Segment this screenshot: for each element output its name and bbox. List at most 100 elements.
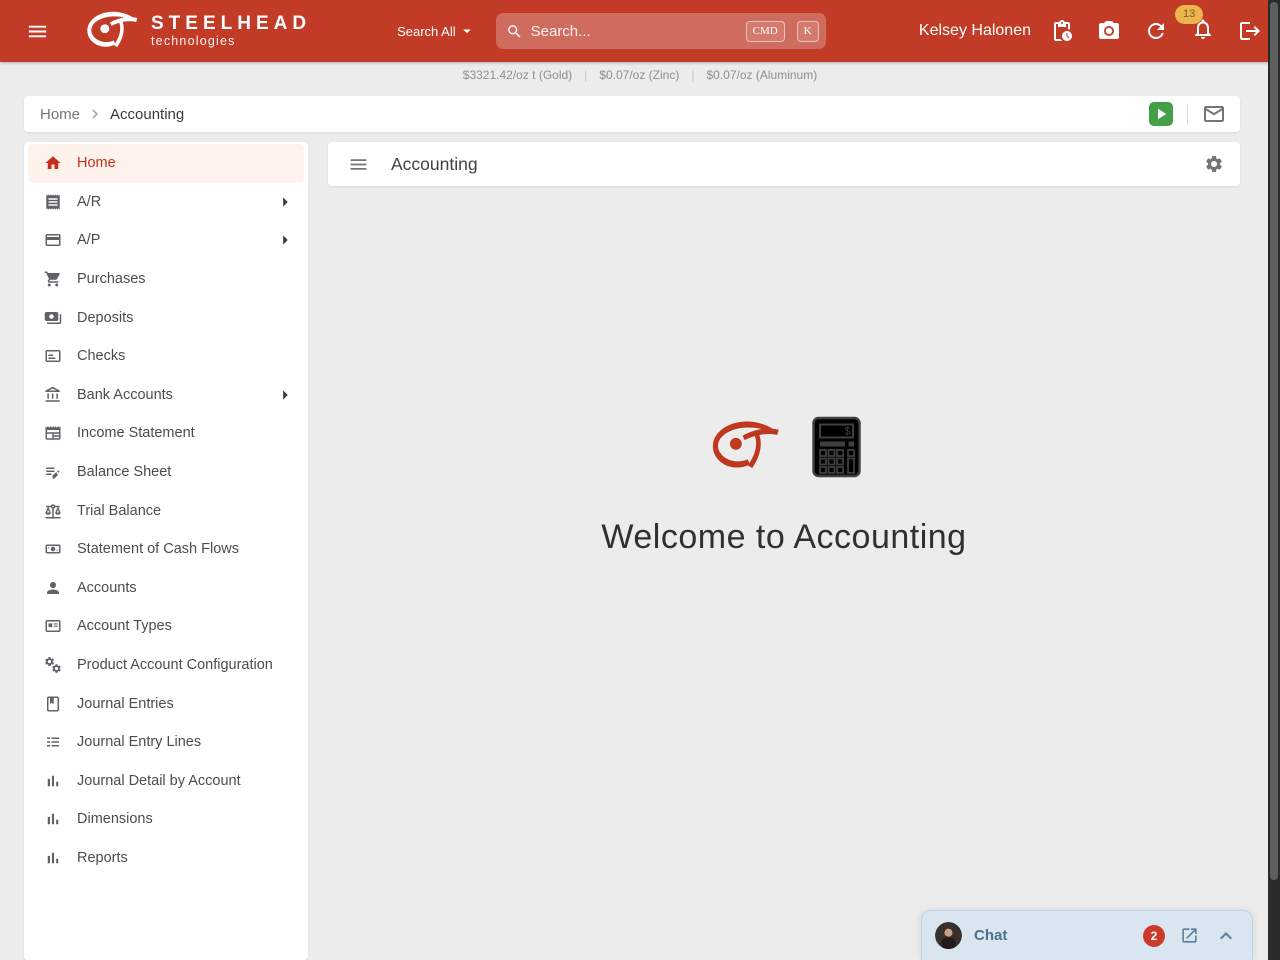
sidebar-item-label: Purchases <box>77 271 146 287</box>
steelhead-logo-icon <box>83 9 139 54</box>
sidebar-item-checks[interactable]: Checks <box>28 337 304 376</box>
welcome-section: $ Welcome to Accounting <box>328 416 1240 557</box>
refresh-icon[interactable] <box>1144 19 1168 43</box>
sidebar-item-purchases[interactable]: Purchases <box>28 260 304 299</box>
ticker-item: $0.07/oz (Zinc) <box>599 68 679 82</box>
logout-icon[interactable] <box>1238 19 1262 43</box>
scale-icon <box>44 502 62 520</box>
sidebar-item-label: Trial Balance <box>77 503 161 519</box>
sidebar-item-cash-flows[interactable]: Statement of Cash Flows <box>28 530 304 569</box>
sidebar-item-journal-entry-lines[interactable]: Journal Entry Lines <box>28 723 304 762</box>
metal-price-ticker: $3321.42/oz t (Gold)|$0.07/oz (Zinc)|$0.… <box>0 62 1280 88</box>
sidebar-item-label: Account Types <box>77 618 172 634</box>
breadcrumb-home-link[interactable]: Home <box>40 106 80 123</box>
bar-chart-icon <box>44 849 62 867</box>
sidebar-item-account-types[interactable]: Account Types <box>28 607 304 646</box>
cart-icon <box>44 270 62 288</box>
sidebar-item-journal-entries[interactable]: Journal Entries <box>28 684 304 723</box>
kbd-k: K <box>797 21 819 42</box>
receipt-icon <box>44 193 62 211</box>
check-card-icon <box>44 347 62 365</box>
avatar <box>935 922 962 949</box>
sidebar-item-label: Statement of Cash Flows <box>77 541 239 557</box>
steelhead-logo-icon <box>707 418 781 477</box>
breadcrumb-current: Accounting <box>110 106 184 123</box>
sidebar-item-label: Deposits <box>77 310 133 326</box>
note-edit-icon <box>44 463 62 481</box>
sidebar-item-ap[interactable]: A/P <box>28 221 304 260</box>
divider <box>1187 104 1188 124</box>
sidebar-item-label: A/P <box>77 232 100 248</box>
brand-logo[interactable]: STEELHEAD technologies <box>83 9 311 54</box>
sidebar-item-label: Product Account Configuration <box>77 657 273 673</box>
sidebar-item-label: Journal Entry Lines <box>77 734 201 750</box>
gears-icon <box>44 656 62 674</box>
header-actions: Kelsey Halonen 13 <box>919 17 1262 46</box>
chat-widget[interactable]: Chat 2 <box>921 910 1253 960</box>
sidebar-item-accounts[interactable]: Accounts <box>28 569 304 608</box>
book-icon <box>44 695 62 713</box>
panel-header: Accounting <box>328 142 1240 186</box>
schedule-calendar-icon[interactable] <box>1050 19 1074 43</box>
sidebar-item-label: Home <box>77 155 116 171</box>
sidebar-item-product-account-configuration[interactable]: Product Account Configuration <box>28 646 304 685</box>
sidebar-item-label: Reports <box>77 850 128 866</box>
scrollbar-track[interactable] <box>1268 0 1280 960</box>
sidebar-item-reports[interactable]: Reports <box>28 839 304 878</box>
submenu-arrow-icon <box>274 229 296 251</box>
kbd-cmd: CMD <box>746 21 785 42</box>
global-search[interactable]: CMD K <box>496 13 826 49</box>
sidebar-item-income-statement[interactable]: Income Statement <box>28 414 304 453</box>
scrollbar-thumb[interactable] <box>1270 2 1278 880</box>
breadcrumb: Home Accounting <box>24 96 1240 132</box>
sidebar-item-balance-sheet[interactable]: Balance Sheet <box>28 453 304 492</box>
page-title: Accounting <box>391 154 478 175</box>
drawer-toggle-icon[interactable] <box>348 154 369 175</box>
main-panel: Accounting $ Welcome to Accounting <box>328 142 1240 960</box>
play-button[interactable] <box>1149 102 1173 126</box>
brand-subtitle: technologies <box>151 34 311 48</box>
camera-icon[interactable] <box>1097 19 1121 43</box>
welcome-title: Welcome to Accounting <box>328 518 1240 557</box>
user-name[interactable]: Kelsey Halonen <box>919 22 1031 40</box>
menu-icon[interactable] <box>26 20 49 43</box>
sidebar-item-dimensions[interactable]: Dimensions <box>28 800 304 839</box>
calculator-icon: $ <box>811 416 862 478</box>
ticker-separator: | <box>584 68 587 82</box>
notification-badge[interactable]: 13 <box>1175 5 1203 24</box>
ticker-item: $0.07/oz (Aluminum) <box>706 68 817 82</box>
accounting-sidebar: Home A/R A/P Purchases Deposits Checks B… <box>24 142 308 960</box>
chevron-right-icon <box>86 105 104 123</box>
bar-chart-icon <box>44 772 62 790</box>
sidebar-item-trial-balance[interactable]: Trial Balance <box>28 491 304 530</box>
caret-down-icon <box>458 22 476 40</box>
search-scope-label: Search All <box>397 24 456 39</box>
sidebar-item-label: Dimensions <box>77 811 153 827</box>
gear-icon[interactable] <box>1204 154 1224 174</box>
sidebar-item-label: Bank Accounts <box>77 387 173 403</box>
svg-text:$: $ <box>844 426 850 438</box>
cash-icon <box>44 309 62 327</box>
badge-icon <box>44 617 62 635</box>
chevron-up-icon[interactable] <box>1214 924 1238 948</box>
sidebar-item-ar[interactable]: A/R <box>28 183 304 222</box>
submenu-arrow-icon <box>274 384 296 406</box>
ticker-item: $3321.42/oz t (Gold) <box>463 68 572 82</box>
search-icon <box>506 23 523 40</box>
sidebar-item-label: Checks <box>77 348 125 364</box>
sidebar-item-home[interactable]: Home <box>28 144 304 183</box>
person-icon <box>44 579 62 597</box>
mail-icon[interactable] <box>1202 102 1226 126</box>
sidebar-item-deposits[interactable]: Deposits <box>28 298 304 337</box>
list-icon <box>44 733 62 751</box>
brand-name: STEELHEAD <box>151 14 311 35</box>
sidebar-item-bank-accounts[interactable]: Bank Accounts <box>28 376 304 415</box>
chat-unread-badge: 2 <box>1143 925 1165 947</box>
sidebar-item-label: A/R <box>77 194 101 210</box>
app-header: STEELHEAD technologies Search All CMD K … <box>0 0 1280 62</box>
submenu-arrow-icon <box>274 191 296 213</box>
sidebar-item-journal-detail-by-account[interactable]: Journal Detail by Account <box>28 762 304 801</box>
open-in-new-icon[interactable] <box>1180 926 1199 945</box>
search-input[interactable] <box>531 23 738 40</box>
search-scope-dropdown[interactable]: Search All <box>397 22 476 40</box>
